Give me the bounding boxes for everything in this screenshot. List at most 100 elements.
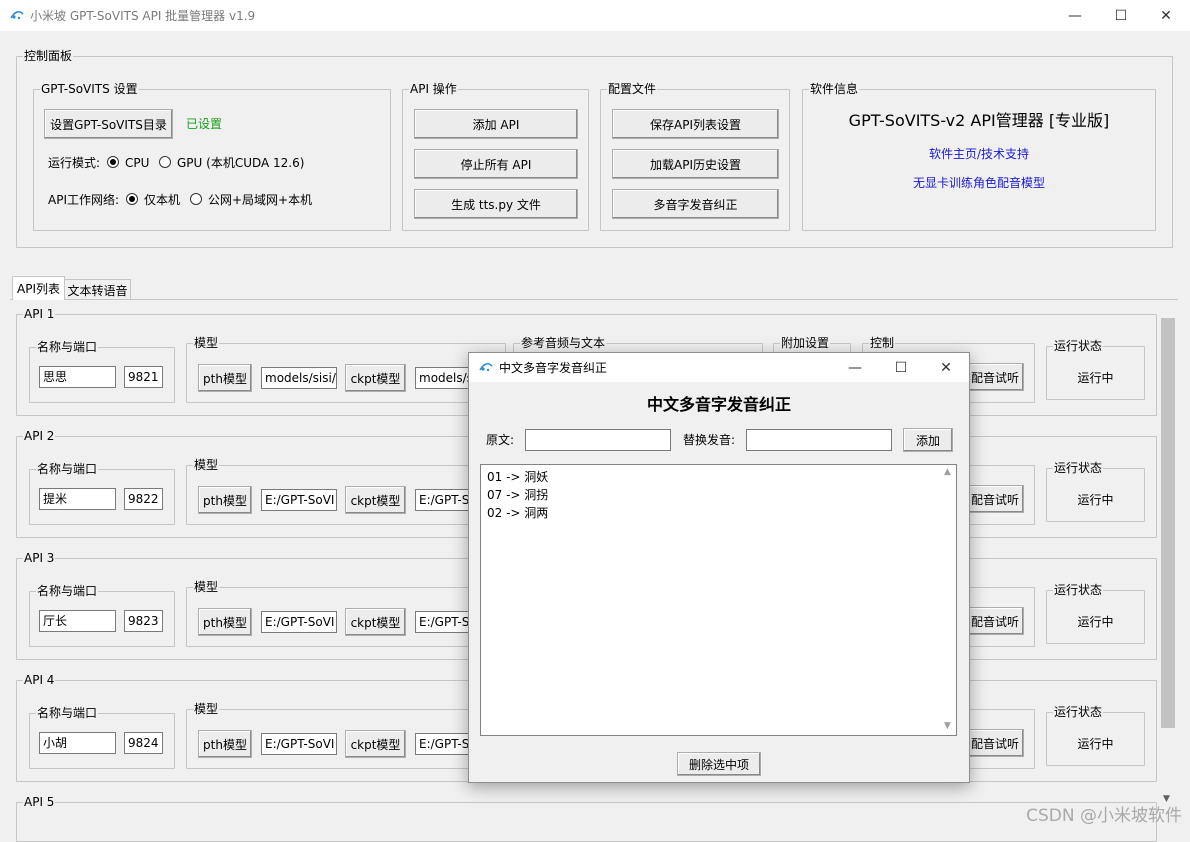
homepage-link[interactable]: 软件主页/技术支持	[802, 147, 1156, 161]
ckpt-model-path[interactable]: E:/GPT-S	[415, 733, 475, 755]
ckpt-model-button[interactable]: ckpt模型	[345, 608, 406, 636]
network-label: API工作网络:	[48, 193, 120, 207]
dialog-maximize-button[interactable]: ☐	[878, 353, 924, 382]
minimize-button[interactable]: —	[1052, 0, 1098, 31]
original-text-input[interactable]	[525, 429, 671, 451]
api-status: 运行中	[1077, 737, 1114, 751]
api-panel-title: API 4	[23, 673, 56, 687]
api-name-input[interactable]: 厅长	[39, 610, 116, 632]
set-gpt-dir-button[interactable]: 设置GPT-SoVITS目录	[44, 109, 173, 139]
api-port-input[interactable]: 9824	[124, 732, 163, 754]
list-item[interactable]: 01 -> 洞妖	[487, 468, 548, 485]
ckpt-model-button[interactable]: ckpt模型	[345, 486, 406, 514]
gpt-settings-title: GPT-SoVITS 设置	[40, 82, 139, 96]
cpu-radio[interactable]	[107, 156, 119, 168]
entries-listbox[interactable]: 01 -> 洞妖 07 -> 洞拐 02 -> 洞两 ▲ ▼	[480, 464, 957, 736]
tab-strip-line	[10, 299, 1178, 300]
add-entry-button[interactable]: 添加	[903, 428, 953, 452]
gpu-radio[interactable]	[159, 156, 171, 168]
test-voice-button[interactable]: 配音试听	[966, 729, 1024, 757]
stop-all-api-button[interactable]: 停止所有 API	[414, 149, 578, 179]
public-network-radio[interactable]	[190, 193, 202, 205]
ckpt-model-path[interactable]: E:/GPT-S	[415, 489, 475, 511]
entries-scrollbar[interactable]: ▲ ▼	[940, 465, 956, 735]
status-title: 运行状态	[1053, 583, 1104, 597]
ckpt-model-path[interactable]: models/s	[415, 367, 475, 389]
pth-model-path[interactable]: E:/GPT-SoVI	[261, 733, 337, 755]
window-titlebar: 小米坡 GPT-SoVITS API 批量管理器 v1.9 — ☐ ✕	[0, 0, 1190, 31]
dir-set-status: 已设置	[186, 117, 223, 131]
api-status: 运行中	[1077, 493, 1114, 507]
replace-pronunciation-input[interactable]	[746, 429, 892, 451]
api-panel: API 5	[16, 795, 1157, 842]
pth-model-button[interactable]: pth模型	[198, 608, 252, 636]
original-text-label: 原文:	[486, 433, 515, 447]
test-voice-button[interactable]: 配音试听	[966, 607, 1024, 635]
polyphone-correction-button[interactable]: 多音字发音纠正	[612, 189, 779, 219]
save-api-list-button[interactable]: 保存API列表设置	[612, 109, 779, 139]
api-name-input[interactable]: 小胡	[39, 732, 116, 754]
local-only-radio[interactable]	[126, 193, 138, 205]
list-item[interactable]: 02 -> 洞两	[487, 504, 548, 521]
maximize-button[interactable]: ☐	[1098, 0, 1144, 31]
delete-selected-button[interactable]: 删除选中项	[677, 752, 761, 776]
load-api-history-button[interactable]: 加载API历史设置	[612, 149, 779, 179]
api-panel-title: API 1	[23, 307, 56, 321]
api-ops-title: API 操作	[409, 82, 458, 96]
ckpt-model-button[interactable]: ckpt模型	[345, 730, 406, 758]
dialog-close-button[interactable]: ✕	[923, 353, 969, 382]
vertical-scrollbar[interactable]: ▼	[1160, 304, 1176, 812]
test-voice-button[interactable]: 配音试听	[966, 363, 1024, 391]
test-voice-button[interactable]: 配音试听	[966, 485, 1024, 513]
dialog-minimize-button[interactable]: —	[832, 353, 878, 382]
close-button[interactable]: ✕	[1143, 0, 1189, 31]
extra-settings-title: 附加设置	[780, 336, 831, 350]
name-port-title: 名称与端口	[36, 706, 99, 720]
model-title: 模型	[193, 336, 220, 350]
tab-api-list[interactable]: API列表	[12, 276, 65, 300]
pth-model-path[interactable]: models/sisi/	[261, 367, 337, 389]
pth-model-path[interactable]: E:/GPT-SoVI	[261, 489, 337, 511]
replace-pronunciation-label: 替换发音:	[683, 433, 736, 447]
control-panel-title: 控制面板	[23, 49, 74, 63]
generate-tts-button[interactable]: 生成 tts.py 文件	[414, 189, 578, 219]
dialog-window-title: 中文多音字发音纠正	[499, 361, 608, 375]
status-title: 运行状态	[1053, 339, 1104, 353]
app-icon	[10, 10, 24, 20]
api-panel-title: API 5	[23, 795, 56, 809]
config-title: 配置文件	[607, 82, 658, 96]
api-panel-title: API 3	[23, 551, 56, 565]
polyphone-dialog: 中文多音字发音纠正 — ☐ ✕ 中文多音字发音纠正 原文: 替换发音: 添加 0…	[468, 352, 970, 783]
scrollbar-thumb[interactable]	[1161, 318, 1175, 728]
status-title: 运行状态	[1053, 705, 1104, 719]
pth-model-path[interactable]: E:/GPT-SoVI	[261, 611, 337, 633]
control-title: 控制	[869, 336, 896, 350]
software-info-title: 软件信息	[809, 82, 860, 96]
dialog-app-icon	[479, 362, 493, 372]
status-title: 运行状态	[1053, 461, 1104, 475]
tab-tts[interactable]: 文本转语音	[65, 279, 131, 300]
entries-scroll-up-icon[interactable]: ▲	[944, 467, 951, 477]
ckpt-model-path[interactable]: E:/GPT-S	[415, 611, 475, 633]
api-port-input[interactable]: 9821	[124, 366, 163, 388]
api-port-input[interactable]: 9822	[124, 488, 163, 510]
gpu-label: GPU (本机CUDA 12.6)	[177, 156, 305, 170]
api-name-input[interactable]: 提米	[39, 488, 116, 510]
pth-model-button[interactable]: pth模型	[198, 364, 252, 392]
dialog-titlebar: 中文多音字发音纠正 — ☐ ✕	[469, 353, 969, 382]
model-title: 模型	[193, 702, 220, 716]
software-name: GPT-SoVITS-v2 API管理器 [专业版]	[848, 111, 1110, 130]
pth-model-button[interactable]: pth模型	[198, 730, 252, 758]
name-port-title: 名称与端口	[36, 462, 99, 476]
reference-title: 参考音频与文本	[520, 336, 607, 350]
api-port-input[interactable]: 9823	[124, 610, 163, 632]
api-name-input[interactable]: 思思	[39, 366, 116, 388]
list-item[interactable]: 07 -> 洞拐	[487, 486, 548, 503]
ckpt-model-button[interactable]: ckpt模型	[345, 364, 406, 392]
cpu-label: CPU	[125, 156, 150, 170]
entries-scroll-down-icon[interactable]: ▼	[944, 721, 951, 731]
pth-model-button[interactable]: pth模型	[198, 486, 252, 514]
no-gpu-model-link[interactable]: 无显卡训练角色配音模型	[802, 176, 1156, 190]
add-api-button[interactable]: 添加 API	[414, 109, 578, 139]
model-title: 模型	[193, 580, 220, 594]
